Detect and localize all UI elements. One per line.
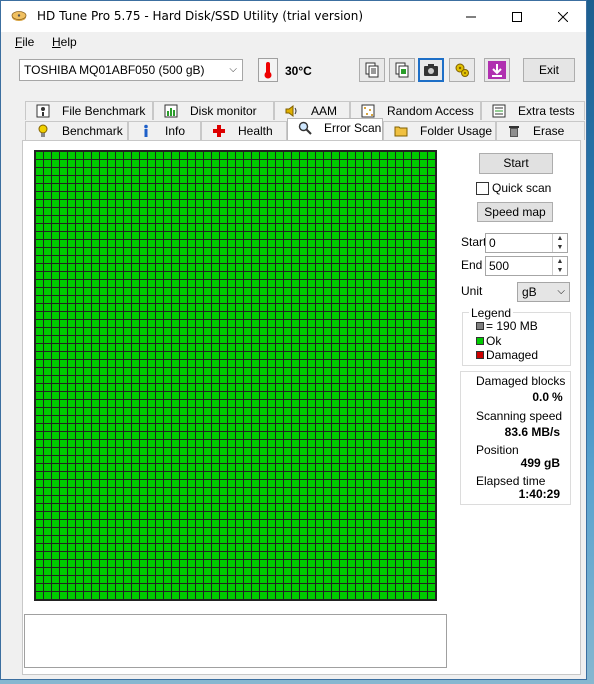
chevron-down-icon: ⌵: [557, 286, 565, 297]
legend-damaged-swatch: [476, 351, 484, 359]
download-icon: [488, 61, 506, 79]
drive-select[interactable]: TOSHIBA MQ01ABF050 (500 gB) ⌵: [19, 59, 243, 81]
menu-bar: File Help: [1, 32, 586, 52]
menu-file[interactable]: File: [15, 35, 34, 49]
legend-damaged-label: Damaged: [486, 348, 539, 362]
close-button[interactable]: [540, 1, 586, 32]
damaged-blocks-value: 0.0: [532, 390, 549, 404]
elapsed-time-label: Elapsed time: [476, 474, 546, 488]
app-disk-icon: [11, 11, 27, 21]
damaged-blocks-unit: %: [552, 390, 563, 404]
error-scan-block-map: [34, 150, 437, 601]
damaged-blocks-label: Damaged blocks: [476, 374, 566, 388]
tab-extra-tests[interactable]: Extra tests: [481, 101, 585, 120]
tab-error-scan[interactable]: Error Scan: [287, 118, 383, 140]
end-position-field[interactable]: 500 ▲ ▼: [485, 256, 568, 276]
start-position-field[interactable]: 0 ▲ ▼: [485, 233, 568, 253]
maximize-icon: [512, 11, 522, 22]
tab-health[interactable]: Health: [201, 121, 287, 140]
menu-help[interactable]: Help: [52, 35, 77, 49]
maximize-button[interactable]: [494, 1, 540, 32]
extra-tests-icon: [492, 104, 506, 118]
legend-block-swatch: [476, 322, 484, 330]
save-button[interactable]: [484, 58, 510, 82]
tab-folder-usage[interactable]: Folder Usage: [383, 121, 496, 140]
speaker-icon: [285, 105, 297, 117]
title-bar[interactable]: HD Tune Pro 5.75 - Hard Disk/SSD Utility…: [1, 1, 586, 32]
unit-select[interactable]: gB ⌵: [517, 282, 570, 302]
legend-ok-label: Ok: [486, 334, 502, 348]
unit-label: Unit: [461, 284, 483, 298]
start-field-label: Start: [461, 235, 487, 249]
exit-button[interactable]: Exit: [523, 58, 575, 82]
end-field-label: End: [461, 258, 483, 272]
health-cross-icon: [213, 125, 225, 137]
position-label: Position: [476, 443, 519, 457]
temperature-readout: 30°C: [285, 64, 312, 78]
tab-info[interactable]: Info: [128, 121, 201, 140]
copy-text-button[interactable]: [359, 58, 385, 82]
settings-icon: [455, 63, 469, 77]
quick-scan-checkbox[interactable]: [476, 182, 489, 195]
camera-icon: [424, 64, 438, 76]
copy-screenshot-button[interactable]: [389, 58, 415, 82]
file-benchmark-icon: [36, 104, 50, 118]
tab-erase[interactable]: Erase: [496, 121, 585, 140]
spin-up-icon[interactable]: ▲: [552, 257, 567, 266]
copy-screenshot-icon: [395, 62, 409, 78]
tab-file-benchmark[interactable]: File Benchmark: [25, 101, 153, 120]
screenshot-button[interactable]: [418, 58, 444, 82]
chevron-down-icon: ⌵: [229, 64, 237, 75]
tab-disk-monitor[interactable]: Disk monitor: [153, 101, 274, 120]
options-button[interactable]: [449, 58, 475, 82]
speed-map-button[interactable]: Speed map: [477, 202, 553, 222]
quick-scan-label: Quick scan: [492, 181, 552, 195]
minimize-button[interactable]: [448, 1, 494, 32]
scanning-speed-label: Scanning speed: [476, 409, 563, 423]
legend-block-size: = 190 MB: [486, 319, 538, 333]
scanning-speed-value: 83.6 MB/s: [504, 425, 560, 439]
copy-text-icon: [365, 62, 379, 78]
position-value: 499 gB: [520, 456, 560, 470]
lightbulb-icon: [38, 124, 48, 137]
trash-icon: [509, 126, 519, 137]
legend-ok-swatch: [476, 337, 484, 345]
log-output-box: [24, 614, 447, 668]
window-title: HD Tune Pro 5.75 - Hard Disk/SSD Utility…: [37, 9, 364, 23]
toolbar: TOSHIBA MQ01ABF050 (500 gB) ⌵ 30°C Exit: [1, 52, 586, 90]
info-icon: [144, 124, 148, 137]
app-window: HD Tune Pro 5.75 - Hard Disk/SSD Utility…: [0, 0, 587, 680]
folder-icon: [394, 126, 408, 137]
spin-down-icon[interactable]: ▼: [552, 243, 567, 252]
thermometer-icon: [258, 58, 278, 82]
disk-monitor-icon: [164, 104, 178, 118]
random-access-icon: [361, 104, 375, 118]
magnifier-icon: [298, 121, 312, 135]
legend-title: Legend: [469, 306, 514, 320]
tab-benchmark[interactable]: Benchmark: [25, 121, 128, 140]
spin-down-icon[interactable]: ▼: [552, 266, 567, 275]
elapsed-time-value: 1:40:29: [518, 487, 560, 501]
close-icon: [558, 11, 568, 22]
minimize-icon: [466, 16, 476, 17]
spin-up-icon[interactable]: ▲: [552, 234, 567, 243]
start-scan-button[interactable]: Start: [479, 153, 553, 174]
